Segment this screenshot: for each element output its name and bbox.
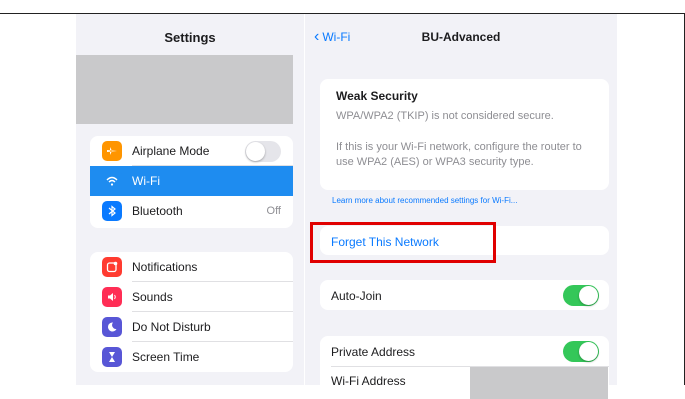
wifi-icon	[102, 171, 122, 191]
warning-heading: Weak Security	[336, 89, 418, 103]
private-address-label: Private Address	[331, 345, 416, 359]
sounds-icon	[102, 287, 122, 307]
auto-join-label: Auto-Join	[331, 289, 382, 303]
bluetooth-icon	[102, 201, 122, 221]
network-detail-pane: ‹ Wi-Fi BU-Advanced Weak Security WPA/WP…	[305, 14, 617, 399]
notifications-icon	[102, 257, 122, 277]
sidebar-item-label: Airplane Mode	[132, 144, 210, 158]
sidebar-item-sounds[interactable]: Sounds	[90, 282, 293, 312]
wifi-address-label: Wi-Fi Address	[331, 374, 406, 388]
settings-sidebar: Settings Airplane Mode Wi-Fi Bluetooth O…	[76, 14, 304, 385]
sidebar-item-label: Bluetooth	[132, 204, 183, 218]
bluetooth-status: Off	[266, 205, 281, 217]
sidebar-item-notifications[interactable]: Notifications	[90, 252, 293, 282]
sidebar-item-airplane-mode[interactable]: Airplane Mode	[90, 136, 293, 166]
sidebar-item-label: Notifications	[132, 260, 198, 274]
sidebar-item-do-not-disturb[interactable]: Do Not Disturb	[90, 312, 293, 342]
warning-text-2: If this is your Wi-Fi network, configure…	[336, 141, 582, 168]
airplane-icon	[102, 141, 122, 161]
airplane-mode-toggle[interactable]	[245, 140, 281, 162]
notifications-group: Notifications Sounds Do Not Disturb Scre…	[90, 252, 293, 372]
sidebar-item-label: Do Not Disturb	[132, 320, 211, 334]
sidebar-item-label: Wi-Fi	[132, 174, 160, 188]
auto-join-toggle[interactable]	[563, 285, 599, 306]
moon-icon	[102, 317, 122, 337]
auto-join-row: Auto-Join	[320, 280, 609, 310]
profile-redacted[interactable]	[76, 55, 293, 124]
sidebar-item-label: Screen Time	[132, 350, 200, 364]
sidebar-item-bluetooth[interactable]: Bluetooth Off	[90, 196, 293, 226]
forget-network-highlight	[310, 222, 496, 263]
warning-text-1: WPA/WPA2 (TKIP) is not considered secure…	[336, 110, 554, 122]
sidebar-item-label: Sounds	[132, 290, 173, 304]
connectivity-group: Airplane Mode Wi-Fi Bluetooth Off	[90, 136, 293, 228]
hourglass-icon	[102, 347, 122, 367]
sidebar-item-wifi[interactable]: Wi-Fi	[90, 166, 293, 196]
sidebar-item-screen-time[interactable]: Screen Time	[90, 342, 293, 372]
learn-more-link[interactable]: Learn more about recommended settings fo…	[332, 196, 517, 205]
private-address-toggle[interactable]	[563, 341, 599, 362]
private-address-card: Private Address Wi-Fi Address	[320, 336, 609, 399]
weak-security-card: Weak Security WPA/WPA2 (TKIP) is not con…	[320, 79, 609, 190]
sidebar-title: Settings	[164, 30, 216, 45]
page-title: BU-Advanced	[421, 30, 501, 44]
wifi-address-redacted	[470, 367, 608, 399]
